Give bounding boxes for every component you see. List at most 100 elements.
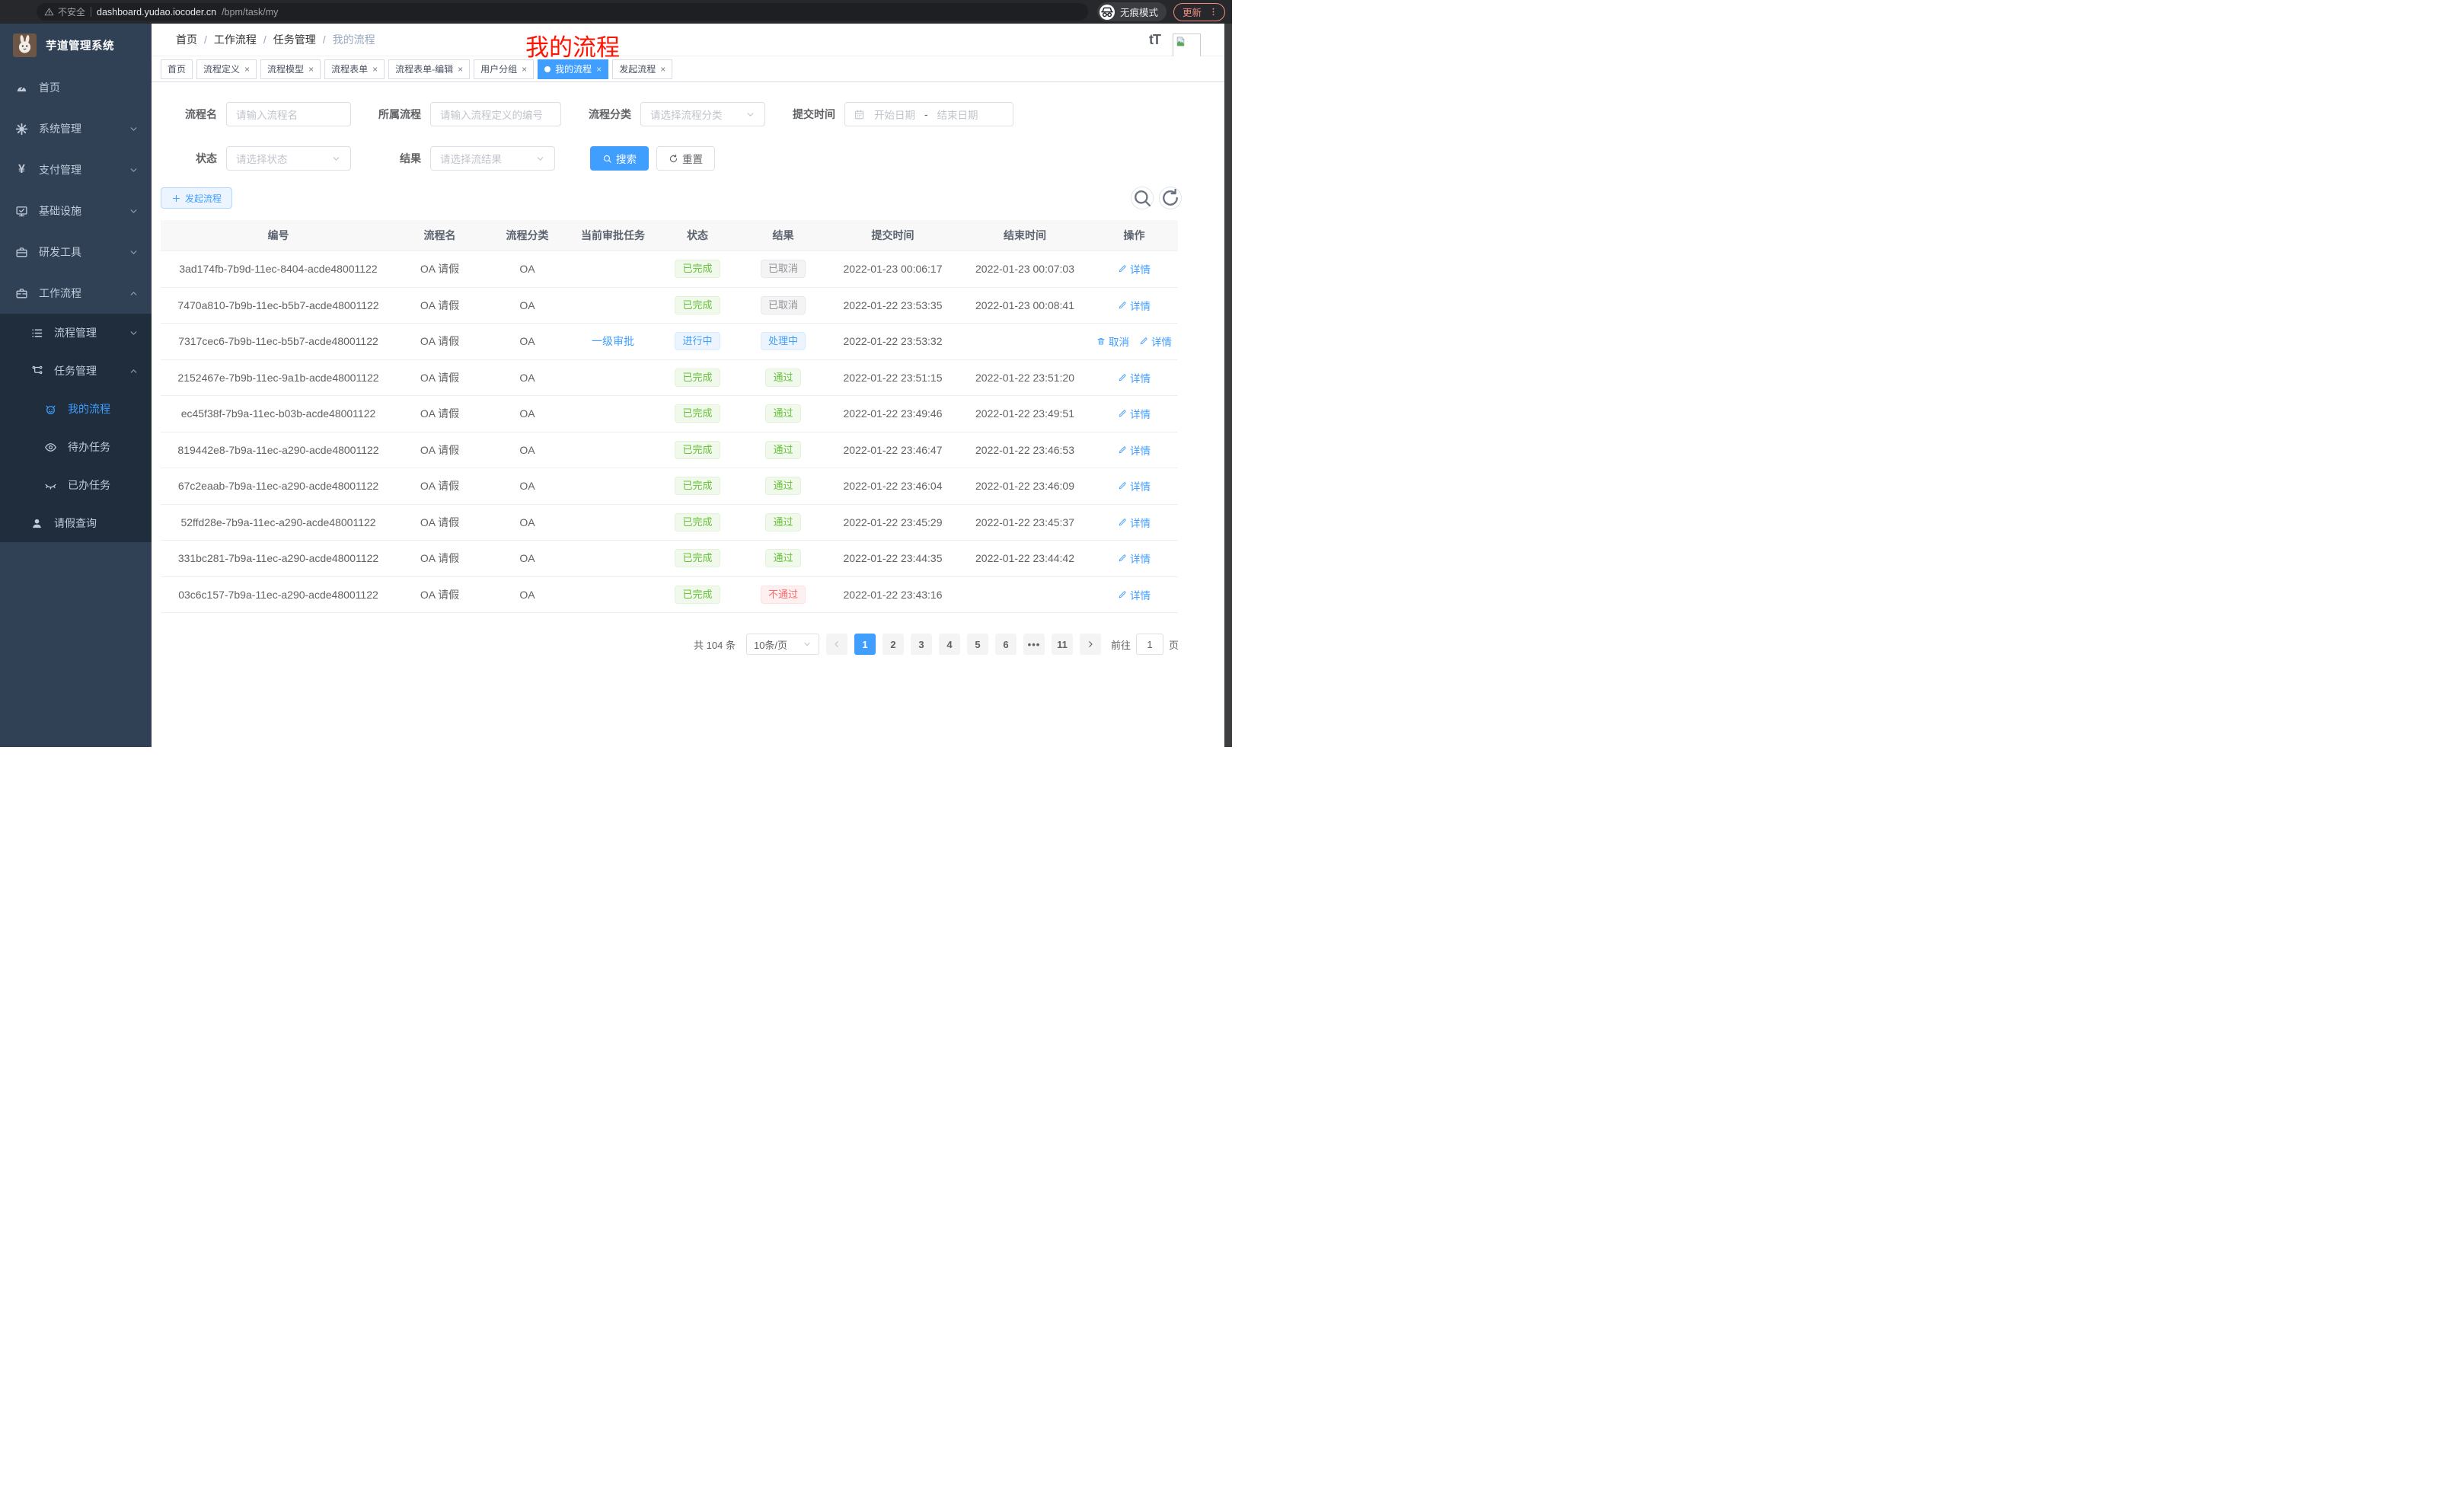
- refresh-table-button[interactable]: [1159, 187, 1182, 209]
- close-icon[interactable]: ×: [308, 65, 314, 74]
- page-button-3[interactable]: 3: [911, 634, 932, 655]
- total-count: 共 104 条: [694, 637, 736, 652]
- status-badge: 已完成: [675, 513, 720, 532]
- tab-process-model[interactable]: 流程模型×: [260, 59, 321, 79]
- cell-actions: 详情: [1090, 515, 1178, 530]
- status-badge: 已完成: [675, 441, 720, 459]
- detail-link[interactable]: 详情: [1139, 334, 1172, 349]
- tab-process-def[interactable]: 流程定义×: [196, 59, 257, 79]
- browser-update-button[interactable]: 更新: [1173, 3, 1225, 21]
- goto-page-input[interactable]: [1136, 634, 1163, 655]
- cancel-link[interactable]: 取消: [1096, 334, 1129, 349]
- cell-submit: 2022-01-22 23:49:46: [826, 407, 959, 420]
- sidebar-item-devtools[interactable]: 研发工具: [0, 231, 152, 273]
- column-name: 流程名: [396, 228, 484, 243]
- sidebar-item-payment[interactable]: ¥支付管理: [0, 149, 152, 190]
- table-row: 7317cec6-7b9b-11ec-b5b7-acde48001122OA 请…: [161, 324, 1178, 360]
- breadcrumb: 首页/工作流程/任务管理/我的流程: [176, 32, 375, 47]
- security-status[interactable]: 不安全: [44, 5, 85, 18]
- tab-label: 发起流程: [619, 62, 656, 75]
- table-row: 67c2eaab-7b9a-11ec-a290-acde48001122OA 请…: [161, 468, 1178, 505]
- sidebar-item-todo-task[interactable]: 待办任务: [0, 428, 152, 466]
- detail-link[interactable]: 详情: [1118, 406, 1151, 421]
- page-button-11[interactable]: 11: [1052, 634, 1073, 655]
- kebab-menu-icon[interactable]: [1208, 7, 1218, 17]
- toggle-search-button[interactable]: [1131, 187, 1154, 209]
- close-icon[interactable]: ×: [660, 65, 665, 74]
- close-icon[interactable]: ×: [522, 65, 527, 74]
- definition-input[interactable]: 请输入流程定义的编号: [430, 102, 561, 126]
- name-input[interactable]: 请输入流程名: [226, 102, 351, 126]
- status-select[interactable]: 请选择状态: [226, 146, 351, 171]
- status-badge: 通过: [765, 441, 800, 459]
- sidebar-item-my-process[interactable]: 我的流程: [0, 390, 152, 428]
- breadcrumb-separator: /: [323, 34, 326, 46]
- breadcrumb-item: 工作流程: [214, 32, 257, 47]
- page-button-6[interactable]: 6: [995, 634, 1017, 655]
- pen-icon: [1118, 373, 1127, 382]
- detail-link[interactable]: 详情: [1118, 478, 1151, 493]
- robot-icon: [44, 403, 57, 416]
- tab-home[interactable]: 首页: [161, 59, 193, 79]
- page-button-2[interactable]: 2: [883, 634, 904, 655]
- status-badge: 已完成: [675, 549, 720, 567]
- prev-page-button[interactable]: [826, 634, 847, 655]
- detail-link[interactable]: 详情: [1118, 442, 1151, 458]
- date-range-picker[interactable]: 开始日期 - 结束日期: [844, 102, 1013, 126]
- column-actions: 操作: [1090, 228, 1178, 243]
- page-scrollbar[interactable]: [1224, 24, 1232, 747]
- breadcrumb-item[interactable]: 首页: [176, 32, 197, 47]
- next-page-button[interactable]: [1080, 634, 1101, 655]
- page-button-5[interactable]: 5: [967, 634, 988, 655]
- logo-image: [13, 34, 37, 57]
- sidebar-item-workflow[interactable]: 工作流程: [0, 273, 152, 314]
- result-select[interactable]: 请选择流结果: [430, 146, 555, 171]
- sidebar-item-task-mgmt[interactable]: 任务管理: [0, 352, 152, 390]
- close-icon[interactable]: ×: [372, 65, 378, 74]
- sidebar-item-system[interactable]: 系统管理: [0, 108, 152, 149]
- cell-id: 3ad174fb-7b9d-11ec-8404-acde48001122: [161, 263, 396, 275]
- page-size-select[interactable]: 10条/页: [746, 634, 819, 655]
- detail-link[interactable]: 详情: [1118, 515, 1151, 530]
- pen-icon: [1118, 590, 1127, 599]
- sidebar-item-process-mgmt[interactable]: 流程管理: [0, 314, 152, 352]
- app-logo[interactable]: 芋道管理系统: [0, 24, 152, 67]
- address-bar[interactable]: 不安全 dashboard.yudao.iocoder.cn/bpm/task/…: [37, 3, 1088, 21]
- close-icon[interactable]: ×: [596, 65, 602, 74]
- sidebar-item-infra[interactable]: 基础设施: [0, 190, 152, 231]
- status-badge: 已完成: [675, 369, 720, 387]
- filter-result: 结果 请选择流结果: [368, 146, 555, 171]
- font-size-icon[interactable]: tT: [1149, 32, 1160, 48]
- page-button-1[interactable]: 1: [854, 634, 876, 655]
- tab-start-process[interactable]: 发起流程 ×: [612, 59, 672, 79]
- detail-link[interactable]: 详情: [1118, 587, 1151, 602]
- annotation-overlay-title: 我的流程: [525, 28, 620, 62]
- tab-process-form-edit[interactable]: 流程表单-编辑×: [388, 59, 470, 79]
- category-select[interactable]: 请选择流程分类: [640, 102, 765, 126]
- column-result: 结果: [740, 228, 826, 243]
- detail-link[interactable]: 详情: [1118, 551, 1151, 566]
- column-category: 流程分类: [484, 228, 571, 243]
- sidebar-item-done-task[interactable]: 已办任务: [0, 466, 152, 504]
- detail-link[interactable]: 详情: [1118, 370, 1151, 385]
- status-badge: 已取消: [761, 260, 806, 278]
- reset-button[interactable]: 重置: [656, 146, 715, 171]
- page-button-4[interactable]: 4: [939, 634, 960, 655]
- detail-link[interactable]: 详情: [1118, 298, 1151, 313]
- create-process-button[interactable]: 发起流程: [161, 187, 232, 209]
- close-icon[interactable]: ×: [458, 65, 463, 74]
- tab-label: 用户分组: [480, 62, 517, 75]
- task-link[interactable]: 一级审批: [592, 335, 634, 347]
- search-button[interactable]: 搜索: [590, 146, 649, 171]
- refresh-icon: [669, 154, 678, 164]
- active-dot: [544, 66, 551, 72]
- cell-category: OA: [484, 589, 571, 601]
- cell-actions: 详情: [1090, 370, 1178, 385]
- tab-process-form[interactable]: 流程表单×: [324, 59, 385, 79]
- sidebar-item-home[interactable]: 首页: [0, 67, 152, 108]
- page-size-value: 10条/页: [754, 637, 787, 652]
- close-icon[interactable]: ×: [244, 65, 250, 74]
- detail-link[interactable]: 详情: [1118, 261, 1151, 276]
- sidebar-item-leave-query[interactable]: 请假查询: [0, 504, 152, 542]
- page-button-more[interactable]: •••: [1023, 634, 1045, 655]
